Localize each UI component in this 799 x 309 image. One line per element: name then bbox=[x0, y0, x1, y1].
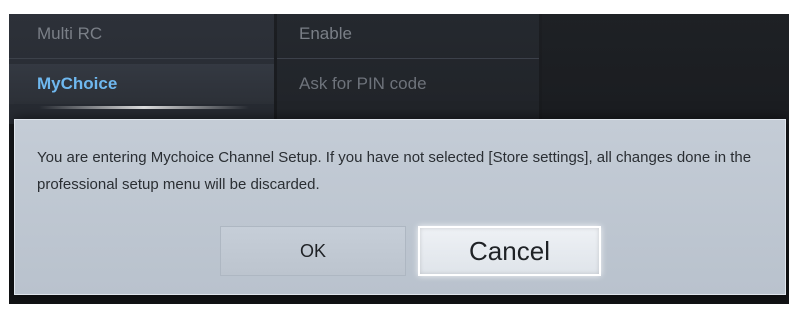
menu-item-label: MyChoice bbox=[37, 74, 118, 93]
menu-column-middle: Enable Ask for PIN code bbox=[277, 14, 539, 124]
menu-divider bbox=[277, 58, 539, 59]
tv-menu-screen: Multi RC MyChoice Enable Ask for PIN cod… bbox=[9, 14, 789, 304]
screen-top-border bbox=[0, 0, 799, 14]
menu-item-ask-for-pin-code[interactable]: Ask for PIN code bbox=[277, 64, 539, 104]
menu-item-enable[interactable]: Enable bbox=[277, 14, 539, 54]
menu-item-label: Enable bbox=[299, 24, 352, 43]
menu-column-left: Multi RC MyChoice bbox=[9, 14, 274, 124]
menu-column-right bbox=[542, 14, 789, 124]
menu-item-label: Multi RC bbox=[37, 24, 103, 43]
dialog-message: You are entering Mychoice Channel Setup.… bbox=[37, 149, 752, 193]
menu-item-label: Ask for PIN code bbox=[299, 74, 427, 93]
menu-item-mychoice[interactable]: MyChoice bbox=[9, 64, 274, 104]
menu-divider bbox=[9, 58, 274, 59]
ok-button[interactable]: OK bbox=[220, 226, 406, 276]
menu-item-multi-rc[interactable]: Multi RC bbox=[9, 14, 274, 54]
selection-highlight bbox=[39, 106, 249, 109]
confirmation-dialog: You are entering Mychoice Channel Setup.… bbox=[14, 119, 786, 295]
cancel-button[interactable]: Cancel bbox=[418, 226, 601, 276]
